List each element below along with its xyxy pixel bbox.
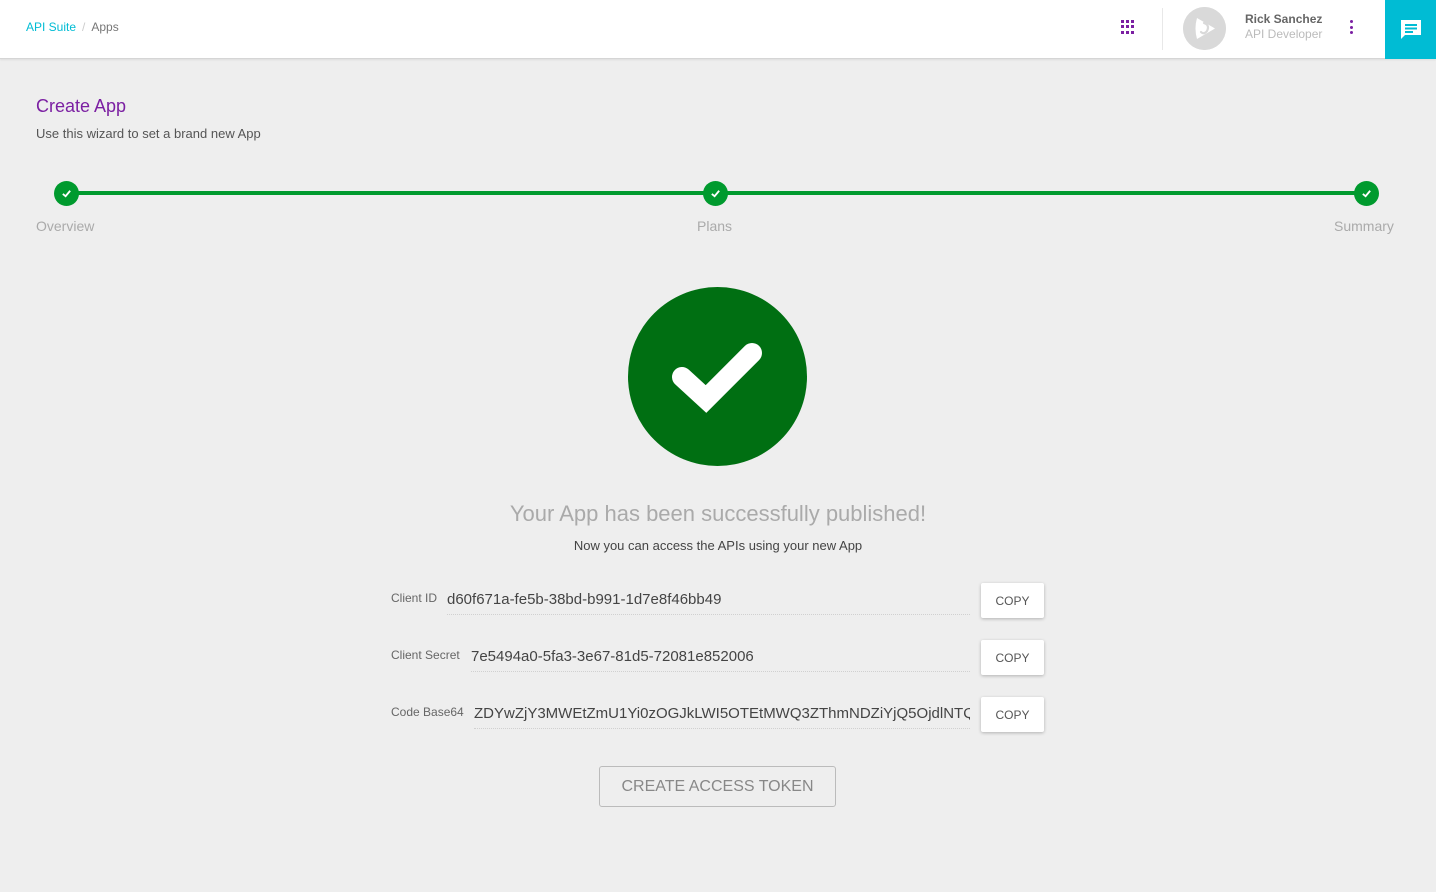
client-secret-row: Client Secret COPY [391, 640, 1044, 676]
top-bar: API Suite / Apps Rick Sanchez API Develo… [0, 0, 1436, 59]
chat-message-icon [1400, 19, 1421, 39]
more-vertical-icon[interactable] [1346, 18, 1356, 36]
user-role: API Developer [1245, 27, 1323, 41]
breadcrumb: API Suite / Apps [26, 20, 119, 34]
code-base64-label: Code Base64 [391, 705, 464, 719]
step-overview-dot[interactable] [54, 181, 79, 206]
check-circle-icon [628, 287, 807, 466]
avatar-logo-icon [1183, 7, 1226, 50]
check-icon [62, 190, 71, 198]
page-subtitle: Use this wizard to set a brand new App [36, 126, 261, 141]
check-icon [711, 190, 720, 198]
client-id-field[interactable] [447, 585, 970, 615]
apps-grid-icon[interactable] [1120, 18, 1138, 36]
copy-client-id-button[interactable]: COPY [981, 583, 1044, 618]
step-summary-dot[interactable] [1354, 181, 1379, 206]
breadcrumb-separator: / [82, 20, 86, 34]
checkmark-icon [671, 342, 762, 413]
create-access-token-button[interactable]: CREATE ACCESS TOKEN [599, 766, 836, 807]
code-base64-row: Code Base64 COPY [391, 697, 1044, 733]
avatar[interactable] [1183, 7, 1226, 50]
client-id-row: Client ID COPY [391, 583, 1044, 619]
step-plans-dot[interactable] [703, 181, 728, 206]
page-title: Create App [36, 96, 127, 116]
header-divider [1162, 8, 1163, 50]
step-label-summary[interactable]: Summary [1334, 218, 1394, 234]
chat-button[interactable] [1385, 0, 1436, 59]
check-icon [1362, 190, 1371, 198]
breadcrumb-apps: Apps [91, 20, 119, 34]
copy-code-base64-button[interactable]: COPY [981, 697, 1044, 732]
success-title: Your App has been successfully published… [509, 501, 927, 526]
step-label-plans[interactable]: Plans [697, 218, 732, 234]
breadcrumb-api-suite[interactable]: API Suite [26, 20, 76, 34]
code-base64-field[interactable] [474, 699, 970, 729]
success-subtitle: Now you can access the APIs using your n… [573, 538, 863, 553]
client-secret-label: Client Secret [391, 648, 460, 662]
client-id-label: Client ID [391, 591, 438, 605]
user-name: Rick Sanchez [1245, 12, 1323, 26]
client-secret-field[interactable] [471, 642, 970, 672]
step-label-overview[interactable]: Overview [36, 218, 94, 234]
copy-client-secret-button[interactable]: COPY [981, 640, 1044, 675]
